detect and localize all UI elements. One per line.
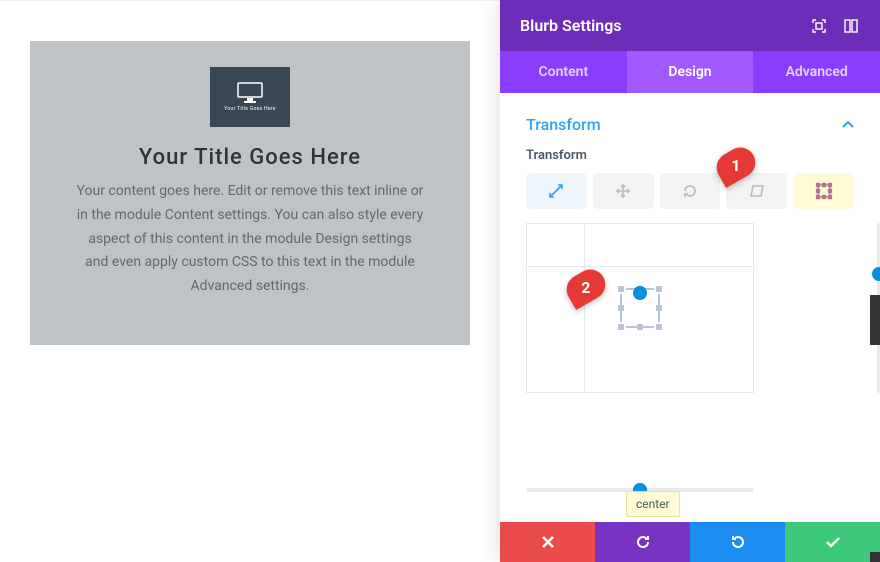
expand-icon[interactable] [810,17,828,35]
redo-button[interactable] [690,522,785,562]
panel-body: Transform Transform [500,93,880,522]
snap-icon[interactable] [842,17,860,35]
panel-title: Blurb Settings [520,16,796,35]
chevron-up-icon [842,117,854,133]
transform-field-label: Transform [526,148,854,163]
decorative-patch [870,295,880,345]
transform-type-tabs [526,173,854,209]
section-transform-title: Transform [526,115,601,134]
transform-tab-translate[interactable] [593,173,654,209]
tab-content[interactable]: Content [500,51,627,93]
origin-grid[interactable] [526,223,754,393]
tab-design[interactable]: Design [627,51,754,93]
tab-advanced[interactable]: Advanced [753,51,880,93]
redo-icon [730,534,746,550]
annotation-marker-2: 2 [566,272,606,302]
section-transform-header[interactable]: Transform [526,111,854,142]
transform-origin-editor: top center [526,223,854,463]
transform-tab-origin[interactable] [793,173,854,209]
panel-footer [500,522,880,562]
settings-tabs: Content Design Advanced [500,51,880,93]
blurb-icon-caption: Your Title Goes Here [224,106,275,112]
panel-header: Blurb Settings [500,0,880,51]
transform-tab-scale[interactable] [526,173,587,209]
transform-tab-rotate[interactable] [660,173,721,209]
blurb-icon-box: Your Title Goes Here [210,67,290,127]
close-icon [541,535,555,549]
editor-canvas: Your Title Goes Here Your Title Goes Her… [0,0,500,562]
check-icon [825,536,841,548]
confirm-button[interactable] [785,522,880,562]
undo-icon [635,534,651,550]
blurb-module[interactable]: Your Title Goes Here Your Title Goes Her… [30,41,470,345]
cancel-button[interactable] [500,522,595,562]
origin-horizontal-value: center [626,491,680,517]
annotation-marker-1: 1 [716,150,756,180]
annotation-marker-2-label: 2 [581,278,590,297]
decorative-patch [870,552,880,562]
blurb-body[interactable]: Your content goes here. Edit or remove t… [76,180,424,299]
origin-point-handle[interactable] [633,286,647,300]
settings-panel: Blurb Settings Content Design Advanced T… [500,0,880,562]
undo-button[interactable] [595,522,690,562]
monitor-icon [237,82,263,104]
annotation-marker-1-label: 1 [731,156,740,175]
blurb-title[interactable]: Your Title Goes Here [76,145,424,170]
slider-handle[interactable] [872,267,880,281]
